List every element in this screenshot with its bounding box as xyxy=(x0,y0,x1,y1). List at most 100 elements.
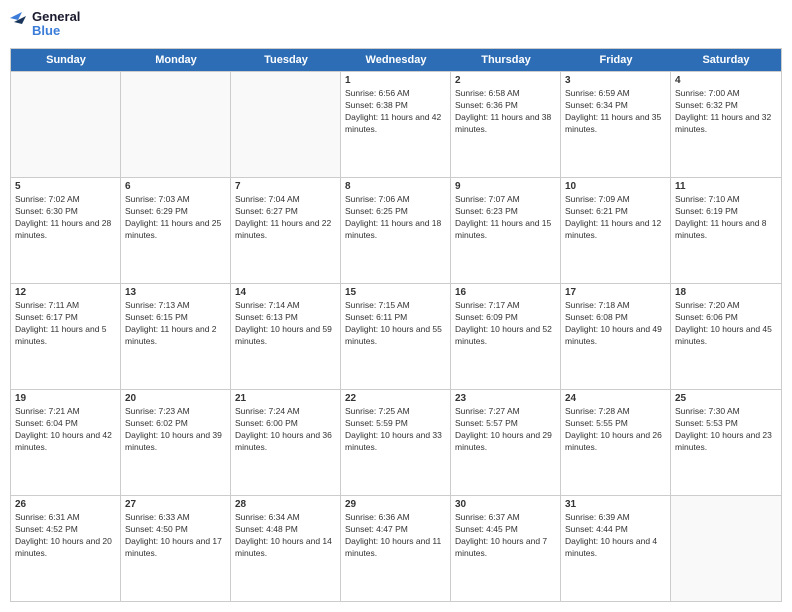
day-number: 2 xyxy=(455,75,556,86)
day-number: 20 xyxy=(125,393,226,404)
day-of-week-wednesday: Wednesday xyxy=(341,49,451,71)
day-info: Sunrise: 7:14 AM Sunset: 6:13 PM Dayligh… xyxy=(235,300,336,348)
day-number: 1 xyxy=(345,75,446,86)
day-number: 28 xyxy=(235,499,336,510)
day-number: 13 xyxy=(125,287,226,298)
day-info: Sunrise: 6:36 AM Sunset: 4:47 PM Dayligh… xyxy=(345,512,446,560)
day-cell-3: 3Sunrise: 6:59 AM Sunset: 6:34 PM Daylig… xyxy=(561,72,671,177)
day-cell-18: 18Sunrise: 7:20 AM Sunset: 6:06 PM Dayli… xyxy=(671,284,781,389)
day-info: Sunrise: 7:24 AM Sunset: 6:00 PM Dayligh… xyxy=(235,406,336,454)
day-cell-2: 2 Sunrise: 6:58 AM Sunset: 6:36 PM Daylig… xyxy=(451,72,561,177)
day-cell-19: 19Sunrise: 7:21 AM Sunset: 6:04 PM Dayli… xyxy=(11,390,121,495)
day-number: 3 xyxy=(565,75,666,86)
day-info: Sunrise: 6:37 AM Sunset: 4:45 PM Dayligh… xyxy=(455,512,556,560)
day-info: Sunrise: 7:23 AM Sunset: 6:02 PM Dayligh… xyxy=(125,406,226,454)
week-row-4: 19Sunrise: 7:21 AM Sunset: 6:04 PM Dayli… xyxy=(11,389,781,495)
day-info: Sunrise: 6:58 AM Sunset: 6:36 PM Dayligh… xyxy=(455,88,556,136)
day-info: Sunrise: 7:11 AM Sunset: 6:17 PM Dayligh… xyxy=(15,300,116,348)
day-cell-22: 22 Sunrise: 7:25 AM Sunset: 5:59 PM Dayli… xyxy=(341,390,451,495)
day-info: Sunrise: 7:00 AM Sunset: 6:32 PM Dayligh… xyxy=(675,88,777,136)
day-info: Sunrise: 7:30 AM Sunset: 5:53 PM Dayligh… xyxy=(675,406,777,454)
week-row-1: 1 Sunrise: 6:56 AM Sunset: 6:38 PM Daylig… xyxy=(11,71,781,177)
day-number: 4 xyxy=(675,75,777,86)
day-number: 8 xyxy=(345,181,446,192)
day-cell-1: 1 Sunrise: 6:56 AM Sunset: 6:38 PM Daylig… xyxy=(341,72,451,177)
day-info: Sunrise: 6:56 AM Sunset: 6:38 PM Dayligh… xyxy=(345,88,446,136)
day-number: 16 xyxy=(455,287,556,298)
day-cell-25: 25Sunrise: 7:30 AM Sunset: 5:53 PM Dayli… xyxy=(671,390,781,495)
logo-container: GeneralBlue xyxy=(10,10,80,40)
day-cell-27: 27 Sunrise: 6:33 AM Sunset: 4:50 PM Dayli… xyxy=(121,496,231,601)
day-of-week-thursday: Thursday xyxy=(451,49,561,71)
day-info: Sunrise: 7:18 AM Sunset: 6:08 PM Dayligh… xyxy=(565,300,666,348)
day-cell-11: 11 Sunrise: 7:10 AM Sunset: 6:19 PM Dayli… xyxy=(671,178,781,283)
day-cell-26: 26 Sunrise: 6:31 AM Sunset: 4:52 PM Dayli… xyxy=(11,496,121,601)
day-number: 19 xyxy=(15,393,116,404)
day-number: 29 xyxy=(345,499,446,510)
day-info: Sunrise: 7:04 AM Sunset: 6:27 PM Dayligh… xyxy=(235,194,336,242)
day-number: 11 xyxy=(675,181,777,192)
day-cell-29: 29 Sunrise: 6:36 AM Sunset: 4:47 PM Dayli… xyxy=(341,496,451,601)
day-cell-30: 30 Sunrise: 6:37 AM Sunset: 4:45 PM Dayli… xyxy=(451,496,561,601)
day-cell-6: 6Sunrise: 7:03 AM Sunset: 6:29 PM Daylig… xyxy=(121,178,231,283)
day-info: Sunrise: 7:25 AM Sunset: 5:59 PM Dayligh… xyxy=(345,406,446,454)
day-of-week-sunday: Sunday xyxy=(11,49,121,71)
calendar-header: SundayMondayTuesdayWednesdayThursdayFrid… xyxy=(11,49,781,71)
day-number: 5 xyxy=(15,181,116,192)
day-number: 22 xyxy=(345,393,446,404)
day-number: 31 xyxy=(565,499,666,510)
day-number: 12 xyxy=(15,287,116,298)
page: GeneralBlue SundayMondayTuesdayWednesday… xyxy=(0,0,792,612)
day-info: Sunrise: 7:13 AM Sunset: 6:15 PM Dayligh… xyxy=(125,300,226,348)
empty-cell xyxy=(121,72,231,177)
day-cell-31: 31Sunrise: 6:39 AM Sunset: 4:44 PM Dayli… xyxy=(561,496,671,601)
day-number: 23 xyxy=(455,393,556,404)
day-number: 18 xyxy=(675,287,777,298)
day-info: Sunrise: 6:31 AM Sunset: 4:52 PM Dayligh… xyxy=(15,512,116,560)
day-cell-13: 13 Sunrise: 7:13 AM Sunset: 6:15 PM Dayli… xyxy=(121,284,231,389)
empty-cell xyxy=(671,496,781,601)
day-of-week-tuesday: Tuesday xyxy=(231,49,341,71)
day-of-week-saturday: Saturday xyxy=(671,49,781,71)
day-number: 27 xyxy=(125,499,226,510)
day-number: 10 xyxy=(565,181,666,192)
day-cell-17: 17 Sunrise: 7:18 AM Sunset: 6:08 PM Dayli… xyxy=(561,284,671,389)
calendar-body: 1 Sunrise: 6:56 AM Sunset: 6:38 PM Daylig… xyxy=(11,71,781,601)
day-cell-23: 23Sunrise: 7:27 AM Sunset: 5:57 PM Dayli… xyxy=(451,390,561,495)
day-number: 17 xyxy=(565,287,666,298)
day-info: Sunrise: 7:09 AM Sunset: 6:21 PM Dayligh… xyxy=(565,194,666,242)
week-row-3: 12 Sunrise: 7:11 AM Sunset: 6:17 PM Dayli… xyxy=(11,283,781,389)
day-number: 7 xyxy=(235,181,336,192)
empty-cell xyxy=(231,72,341,177)
day-info: Sunrise: 7:02 AM Sunset: 6:30 PM Dayligh… xyxy=(15,194,116,242)
logo-general: General xyxy=(32,10,80,24)
day-cell-12: 12 Sunrise: 7:11 AM Sunset: 6:17 PM Dayli… xyxy=(11,284,121,389)
day-cell-10: 10 Sunrise: 7:09 AM Sunset: 6:21 PM Dayli… xyxy=(561,178,671,283)
day-cell-4: 4 Sunrise: 7:00 AM Sunset: 6:32 PM Daylig… xyxy=(671,72,781,177)
week-row-5: 26 Sunrise: 6:31 AM Sunset: 4:52 PM Dayli… xyxy=(11,495,781,601)
calendar: SundayMondayTuesdayWednesdayThursdayFrid… xyxy=(10,48,782,602)
day-info: Sunrise: 7:03 AM Sunset: 6:29 PM Dayligh… xyxy=(125,194,226,242)
day-info: Sunrise: 6:34 AM Sunset: 4:48 PM Dayligh… xyxy=(235,512,336,560)
logo: GeneralBlue xyxy=(10,10,80,40)
day-number: 24 xyxy=(565,393,666,404)
day-number: 9 xyxy=(455,181,556,192)
day-info: Sunrise: 7:15 AM Sunset: 6:11 PM Dayligh… xyxy=(345,300,446,348)
day-cell-5: 5 Sunrise: 7:02 AM Sunset: 6:30 PM Daylig… xyxy=(11,178,121,283)
day-info: Sunrise: 6:33 AM Sunset: 4:50 PM Dayligh… xyxy=(125,512,226,560)
logo-blue: Blue xyxy=(32,24,80,38)
day-number: 30 xyxy=(455,499,556,510)
day-cell-20: 20 Sunrise: 7:23 AM Sunset: 6:02 PM Dayli… xyxy=(121,390,231,495)
day-info: Sunrise: 7:10 AM Sunset: 6:19 PM Dayligh… xyxy=(675,194,777,242)
day-number: 21 xyxy=(235,393,336,404)
empty-cell xyxy=(11,72,121,177)
day-number: 26 xyxy=(15,499,116,510)
day-cell-16: 16Sunrise: 7:17 AM Sunset: 6:09 PM Dayli… xyxy=(451,284,561,389)
day-info: Sunrise: 7:07 AM Sunset: 6:23 PM Dayligh… xyxy=(455,194,556,242)
header: GeneralBlue xyxy=(10,10,782,40)
logo-bird-icon xyxy=(10,10,30,40)
day-cell-21: 21 Sunrise: 7:24 AM Sunset: 6:00 PM Dayli… xyxy=(231,390,341,495)
day-cell-24: 24Sunrise: 7:28 AM Sunset: 5:55 PM Dayli… xyxy=(561,390,671,495)
week-row-2: 5 Sunrise: 7:02 AM Sunset: 6:30 PM Daylig… xyxy=(11,177,781,283)
day-of-week-friday: Friday xyxy=(561,49,671,71)
